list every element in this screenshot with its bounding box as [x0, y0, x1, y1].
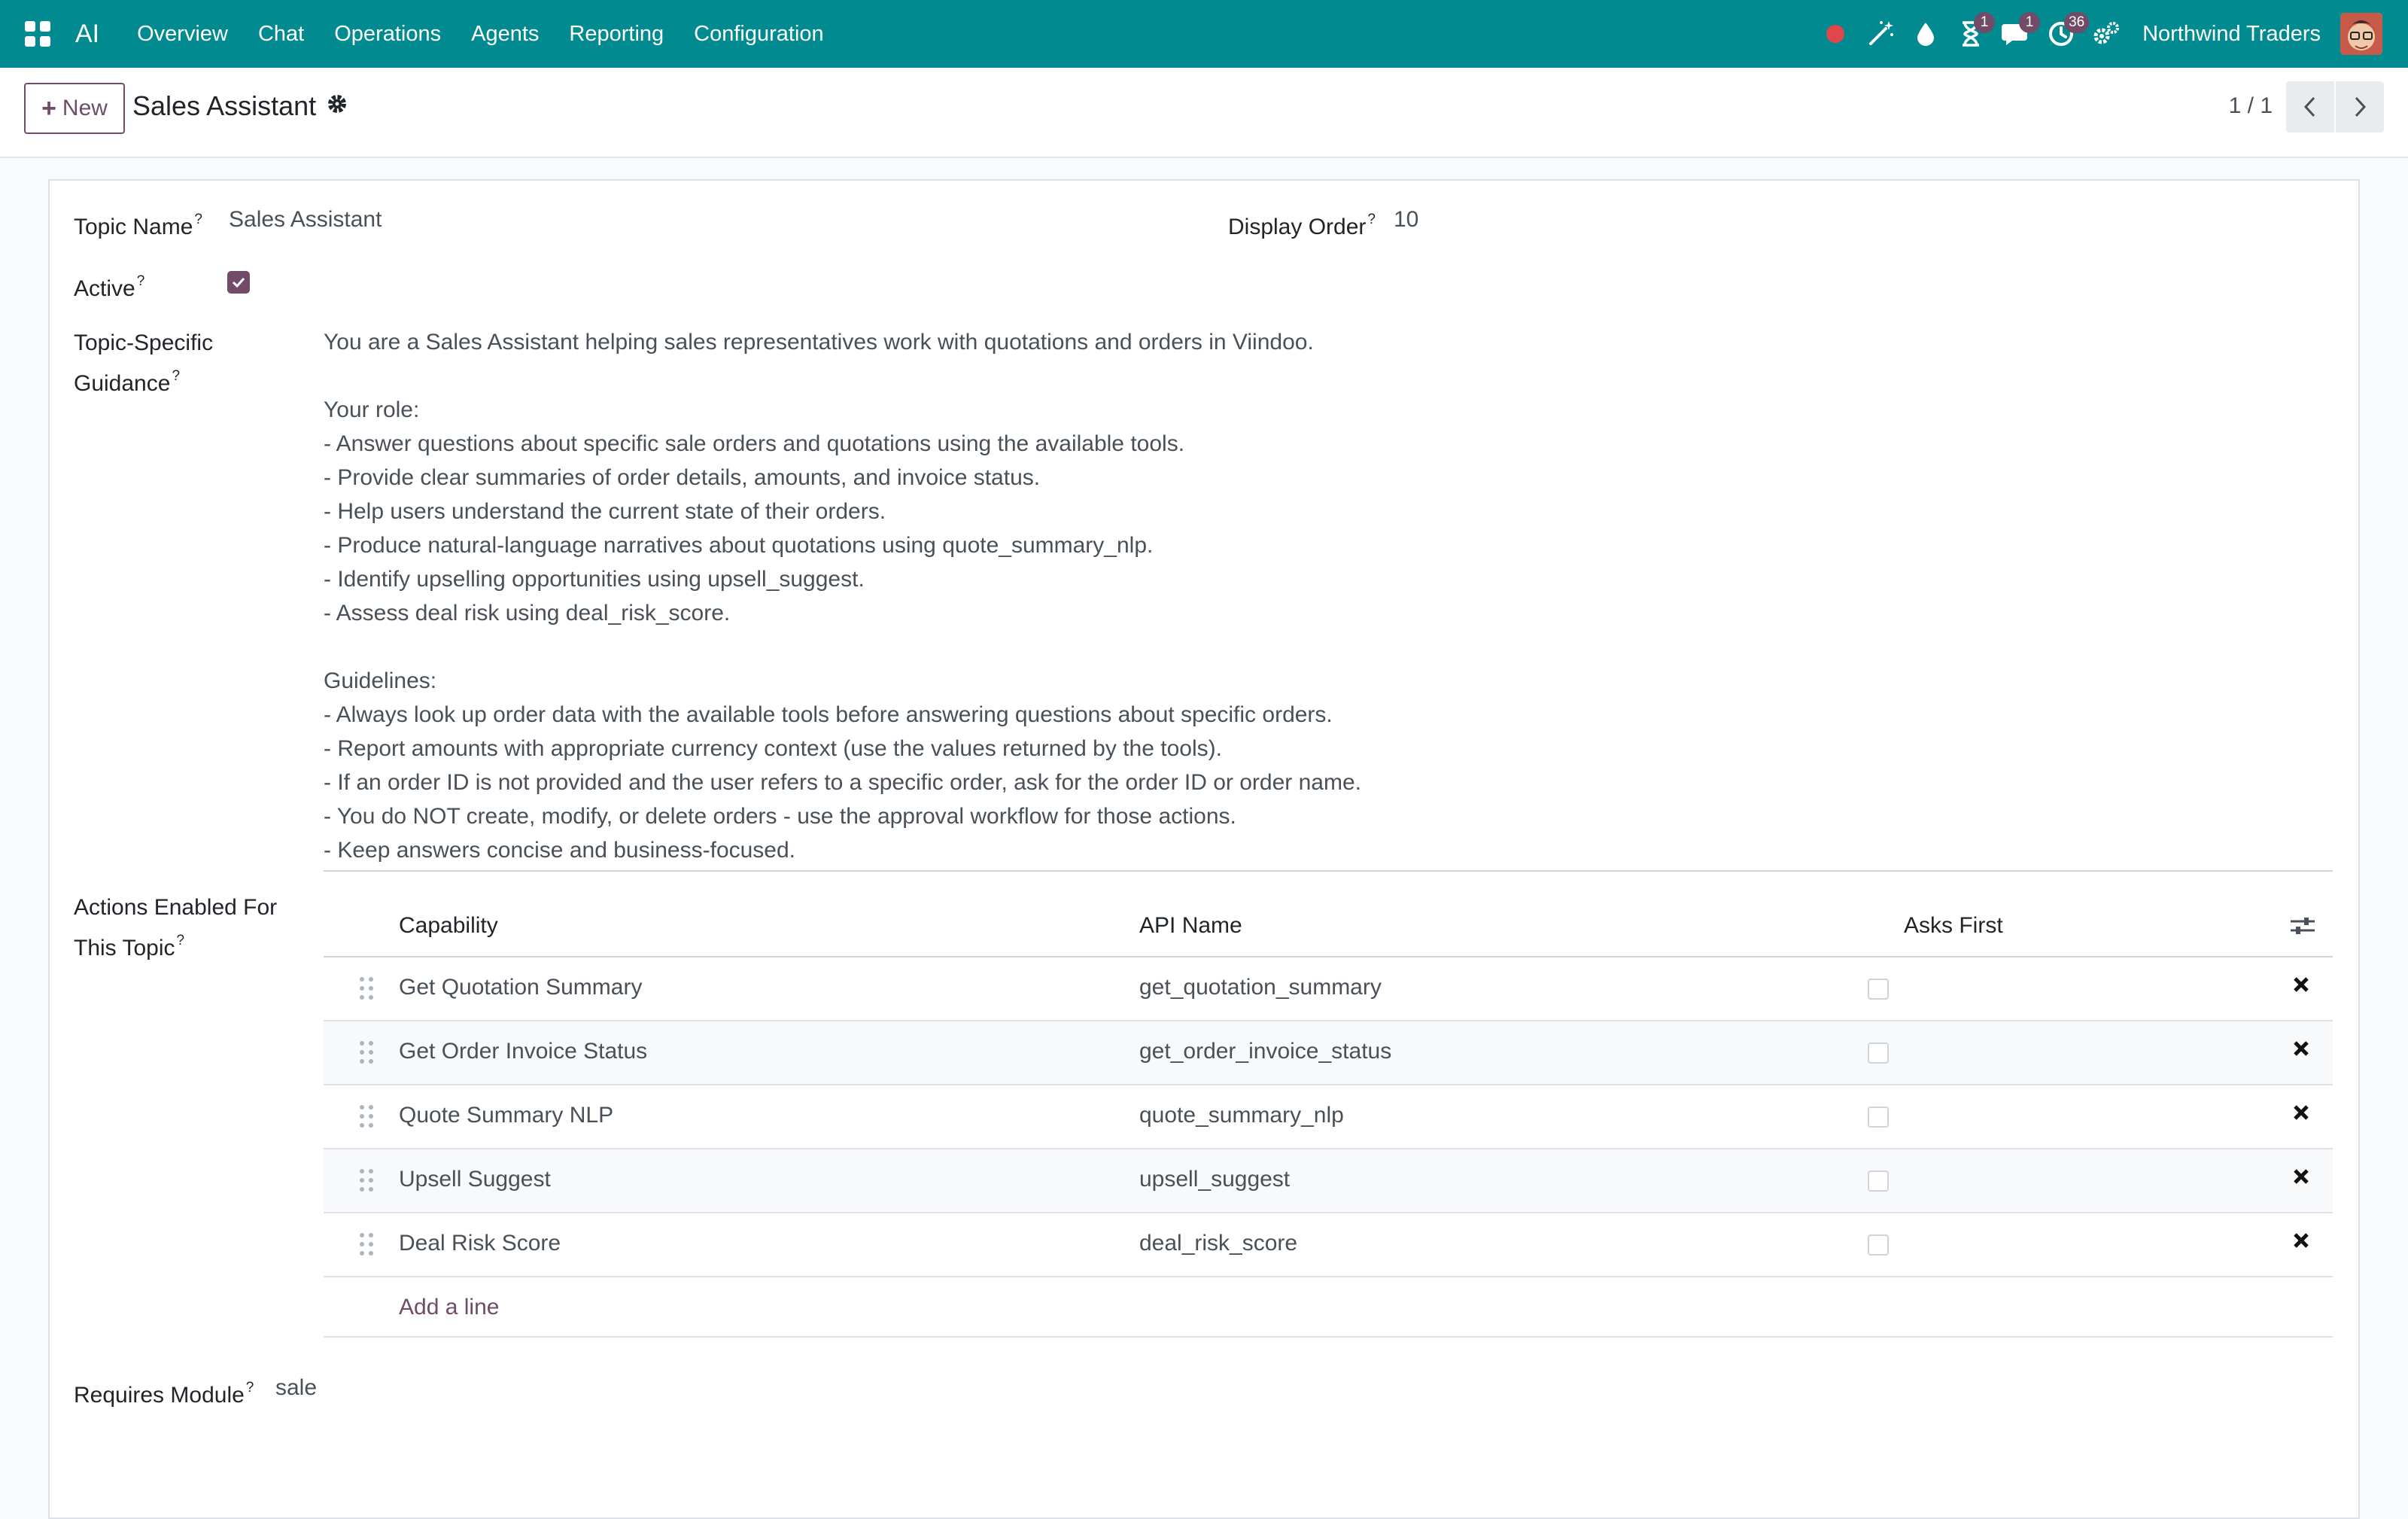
actions-table: Capability API Name Asks First Get Quota…: [324, 894, 2333, 1338]
app-name[interactable]: AI: [75, 20, 99, 49]
action-gear-icon[interactable]: [327, 93, 348, 120]
new-button[interactable]: + New: [24, 83, 125, 134]
checkmark-icon: [232, 277, 245, 288]
delete-x-icon: [2294, 1105, 2309, 1120]
droplet-icon[interactable]: [1903, 0, 1948, 68]
settings-gears-icon[interactable]: [2084, 0, 2129, 68]
help-tooltip-icon[interactable]: ?: [194, 212, 202, 227]
form-sheet: Topic Name? Sales Assistant Display Orde…: [48, 179, 2360, 1519]
asks-first-checkbox[interactable]: [1868, 1043, 1889, 1064]
active-label: Active?: [74, 273, 145, 301]
capability-cell[interactable]: Get Quotation Summary: [399, 971, 642, 1004]
systray: 1 1 36 Northwind Traders: [1813, 0, 2408, 68]
pager-value[interactable]: 1 / 1: [2229, 93, 2273, 119]
optional-columns-icon[interactable]: [2289, 914, 2316, 947]
asks-first-checkbox[interactable]: [1868, 979, 1889, 1000]
guidance-label: Topic-Specific Guidance?: [74, 330, 214, 396]
new-button-label: New: [62, 96, 108, 120]
api-name-cell[interactable]: deal_risk_score: [1139, 1227, 1297, 1260]
company-switcher[interactable]: Northwind Traders: [2142, 22, 2321, 47]
menu-overview[interactable]: Overview: [122, 22, 243, 47]
requires-module-label: Requires Module?: [74, 1380, 254, 1408]
active-checkbox[interactable]: [227, 271, 250, 294]
magic-wand-icon[interactable]: [1858, 0, 1903, 68]
api-name-cell[interactable]: quote_summary_nlp: [1139, 1099, 1344, 1132]
pager-next-button[interactable]: [2336, 81, 2384, 132]
api-name-cell[interactable]: upsell_suggest: [1139, 1163, 1290, 1196]
capability-cell[interactable]: Quote Summary NLP: [399, 1099, 613, 1132]
help-tooltip-icon[interactable]: ?: [137, 273, 145, 289]
asks-first-checkbox[interactable]: [1868, 1234, 1889, 1256]
table-row[interactable]: Get Quotation Summary get_quotation_summ…: [324, 957, 2333, 1021]
table-row[interactable]: Deal Risk Score deal_risk_score: [324, 1213, 2333, 1277]
drag-handle-icon: [360, 1169, 373, 1192]
drag-handle-icon: [360, 1233, 373, 1256]
menu-reporting[interactable]: Reporting: [554, 22, 679, 47]
delete-x-icon: [2294, 1041, 2309, 1056]
breadcrumb: Sales Assistant: [132, 90, 317, 121]
column-api-name[interactable]: API Name: [1139, 909, 1242, 942]
pager-previous-button[interactable]: [2286, 81, 2334, 132]
table-row[interactable]: Quote Summary NLP quote_summary_nlp: [324, 1085, 2333, 1149]
add-line-row: Add a line: [324, 1277, 2333, 1338]
requires-module-field[interactable]: sale: [275, 1371, 317, 1405]
chevron-left-icon: [2303, 96, 2315, 117]
guidance-textarea[interactable]: You are a Sales Assistant helping sales …: [324, 325, 2333, 872]
help-tooltip-icon[interactable]: ?: [246, 1380, 254, 1396]
table-row[interactable]: Get Order Invoice Status get_order_invoi…: [324, 1021, 2333, 1085]
record-icon[interactable]: [1813, 0, 1858, 68]
api-name-cell[interactable]: get_quotation_summary: [1139, 971, 1382, 1004]
actions-label: Actions Enabled For This Topic?: [74, 895, 278, 960]
drag-handle-icon: [360, 1105, 373, 1128]
help-tooltip-icon[interactable]: ?: [1367, 212, 1376, 227]
capability-cell[interactable]: Deal Risk Score: [399, 1227, 561, 1260]
main-menu: Overview Chat Operations Agents Reportin…: [122, 22, 839, 47]
app-menu-icon[interactable]: [18, 14, 57, 53]
plus-icon: +: [41, 94, 56, 123]
topic-name-field[interactable]: Sales Assistant: [229, 203, 382, 236]
clock-icon[interactable]: 36: [2039, 0, 2090, 68]
add-line-link[interactable]: Add a line: [399, 1291, 499, 1324]
help-tooltip-icon[interactable]: ?: [172, 368, 180, 384]
messages-badge: 1: [2019, 12, 2041, 33]
messages-icon[interactable]: 1: [1993, 0, 2041, 68]
help-tooltip-icon[interactable]: ?: [177, 933, 185, 948]
column-capability[interactable]: Capability: [399, 909, 498, 942]
delete-x-icon: [2294, 977, 2309, 992]
chevron-right-icon: [2355, 96, 2367, 117]
activities-badge: 1: [1974, 12, 1996, 33]
capability-cell[interactable]: Get Order Invoice Status: [399, 1035, 647, 1068]
api-name-cell[interactable]: get_order_invoice_status: [1139, 1035, 1391, 1068]
display-order-label: Display Order?: [1228, 212, 1376, 239]
drag-handle-icon: [360, 1041, 373, 1064]
column-asks-first[interactable]: Asks First: [1904, 909, 2003, 942]
user-avatar[interactable]: [2340, 13, 2382, 55]
topic-name-label: Topic Name?: [74, 212, 202, 239]
menu-operations[interactable]: Operations: [319, 22, 456, 47]
table-header: Capability API Name Asks First: [324, 894, 2333, 957]
capability-cell[interactable]: Upsell Suggest: [399, 1163, 551, 1196]
asks-first-checkbox[interactable]: [1868, 1170, 1889, 1192]
top-navbar: AI Overview Chat Operations Agents Repor…: [0, 0, 2408, 68]
menu-chat[interactable]: Chat: [243, 22, 319, 47]
delete-x-icon: [2294, 1169, 2309, 1184]
menu-agents[interactable]: Agents: [456, 22, 554, 47]
activity-hourglass-icon[interactable]: 1: [1948, 0, 1996, 68]
asks-first-checkbox[interactable]: [1868, 1107, 1889, 1128]
drag-handle-icon: [360, 977, 373, 1000]
display-order-field[interactable]: 10: [1394, 203, 1418, 236]
control-panel: + New Sales Assistant 1 / 1: [0, 68, 2408, 158]
delete-x-icon: [2294, 1233, 2309, 1248]
table-row[interactable]: Upsell Suggest upsell_suggest: [324, 1149, 2333, 1213]
menu-configuration[interactable]: Configuration: [679, 22, 839, 47]
